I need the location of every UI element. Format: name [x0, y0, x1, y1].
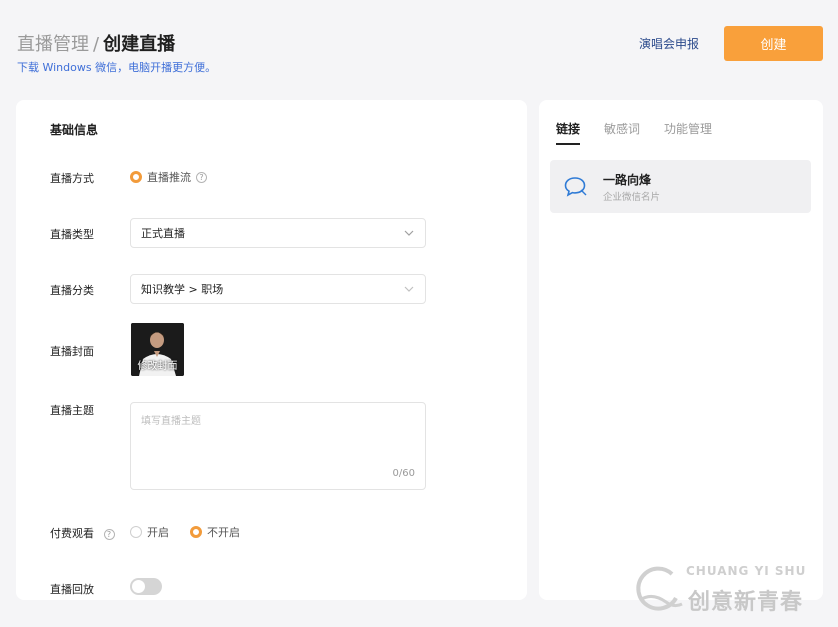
paid-option-on[interactable]: 开启 — [130, 524, 169, 540]
watermark-logo-icon — [636, 566, 683, 611]
radio-selected-icon[interactable] — [190, 526, 202, 538]
side-tabs: 链接 敏感词 功能管理 — [556, 120, 736, 145]
replay-toggle[interactable] — [130, 578, 162, 595]
live-type-select[interactable]: 正式直播 — [130, 218, 426, 248]
help-icon[interactable]: ? — [103, 528, 115, 540]
radio-unselected-icon[interactable] — [130, 526, 142, 538]
section-title: 基础信息 — [50, 123, 99, 137]
tab-feature-management[interactable]: 功能管理 — [664, 120, 712, 145]
char-counter: 0/60 — [392, 468, 415, 479]
live-type-label: 直播类型 — [50, 228, 94, 241]
page-header: 直播管理 / 创建直播 下载 Windows 微信，电脑开播更方便。 演唱会申报 创… — [0, 0, 838, 90]
live-type-value: 正式直播 — [141, 227, 185, 240]
create-button[interactable]: 创建 — [724, 26, 823, 61]
live-mode-option-label: 直播推流 — [147, 171, 191, 184]
help-icon[interactable]: ? — [196, 171, 207, 183]
watermark-text-top: CHUANG YI SHU — [686, 564, 807, 578]
contact-subtitle: 企业微信名片 — [603, 192, 661, 203]
cover-label: 直播封面 — [50, 345, 94, 358]
breadcrumb-separator: / — [93, 34, 100, 55]
cover-image[interactable]: 修改封面 — [131, 323, 184, 376]
chevron-down-icon — [404, 286, 414, 292]
paid-option-on-label: 开启 — [147, 526, 169, 539]
paid-label-text: 付费观看 — [50, 527, 94, 540]
live-mode-option[interactable]: 直播推流 ? — [130, 169, 207, 185]
live-mode-label: 直播方式 — [50, 172, 94, 185]
topic-placeholder: 填写直播主题 — [141, 416, 201, 427]
toggle-knob — [132, 580, 145, 593]
contact-card[interactable]: 一路向烽 企业微信名片 — [550, 160, 811, 213]
contact-name: 一路向烽 — [603, 173, 652, 187]
paid-label: 付费观看 ? — [50, 525, 115, 541]
chat-bubble-icon — [564, 177, 587, 197]
basic-info-card: 基础信息 直播方式 直播推流 ? 直播类型 正式直播 直播分类 知识教学 > 职… — [16, 100, 527, 600]
category-label: 直播分类 — [50, 284, 94, 297]
tab-sensitive-words[interactable]: 敏感词 — [604, 120, 640, 145]
watermark-text-bottom: 创意新青春 — [688, 590, 804, 615]
replay-label: 直播回放 — [50, 583, 94, 596]
side-panel: 链接 敏感词 功能管理 一路向烽 企业微信名片 — [539, 100, 823, 600]
radio-selected-icon[interactable] — [130, 171, 142, 183]
change-cover-label[interactable]: 修改封面 — [131, 357, 184, 372]
download-hint[interactable]: 下载 Windows 微信，电脑开播更方便。 — [17, 59, 216, 75]
paid-option-off-label: 不开启 — [207, 526, 240, 539]
page-title: 创建直播 — [103, 34, 176, 55]
tab-link[interactable]: 链接 — [556, 120, 581, 145]
category-value: 知识教学 > 职场 — [141, 283, 224, 296]
concert-report-link[interactable]: 演唱会申报 — [639, 35, 699, 52]
category-select[interactable]: 知识教学 > 职场 — [130, 274, 426, 304]
breadcrumb: 直播管理 / 创建直播 — [17, 30, 175, 56]
breadcrumb-parent[interactable]: 直播管理 — [17, 34, 89, 55]
paid-option-off[interactable]: 不开启 — [190, 524, 240, 540]
chevron-down-icon — [404, 230, 414, 236]
topic-label: 直播主题 — [50, 404, 94, 417]
topic-textarea[interactable]: 填写直播主题 0/60 — [130, 402, 426, 490]
watermark: CHUANG YI SHU 创意新青春 — [630, 560, 830, 620]
